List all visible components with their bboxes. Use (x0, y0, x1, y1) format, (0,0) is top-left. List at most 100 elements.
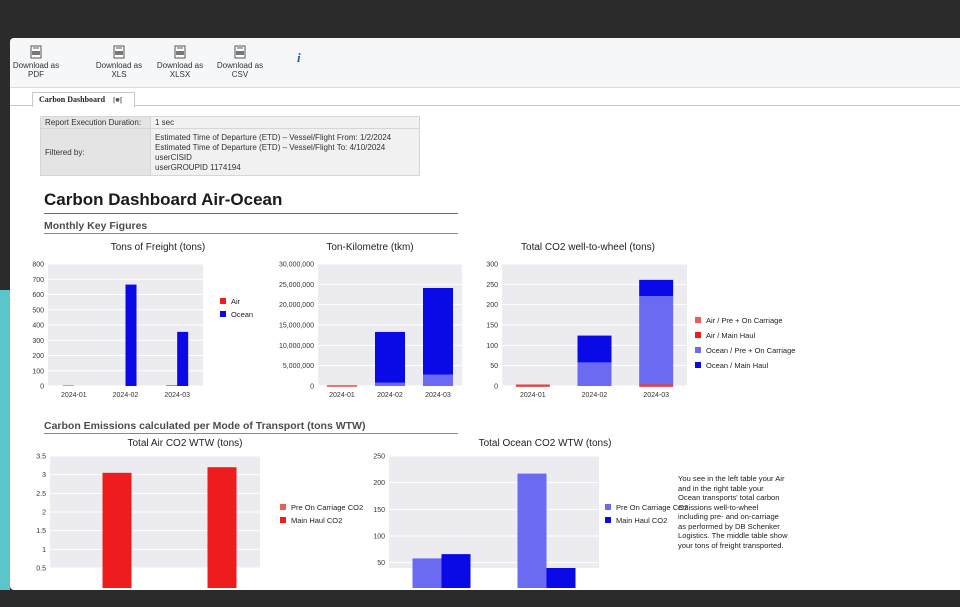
bar-main-haul-co- (441, 554, 471, 588)
pdf-file-icon (30, 45, 42, 59)
page-title: Carbon Dashboard Air-Ocean (44, 190, 283, 209)
bar-segment-air-main-haul (639, 384, 674, 386)
tab-carbon-dashboard[interactable]: Carbon Dashboard [■] (32, 92, 135, 107)
report-content: Report Execution Duration: 1 sec Filtere… (10, 106, 960, 590)
download-xlsx-label-1: Download as (156, 61, 204, 70)
filter-line: Estimated Time of Departure (ETD) – Vess… (155, 133, 392, 142)
bar-segment-ocean (423, 287, 453, 375)
y-tick-label: 3 (42, 472, 46, 479)
download-csv-label-1: Download as (216, 61, 264, 70)
y-tick-label: 100 (486, 343, 498, 350)
legend-label: Ocean (231, 310, 253, 319)
bar-pre-on-carriage-co- (412, 558, 442, 588)
y-tick-label: 1.5 (36, 528, 46, 535)
y-tick-label: 0.5 (36, 566, 46, 573)
csv-file-icon (234, 45, 246, 59)
filter-table: Report Execution Duration: 1 sec Filtere… (40, 116, 420, 176)
bar-main-haul-co- (207, 467, 237, 588)
chart-ocean-co2: Total Ocean CO2 WTW (tons) 50 100 150 200 250… (373, 438, 688, 588)
y-tick-label: 10,000,000 (279, 343, 314, 350)
y-tick-label: 0 (310, 384, 314, 391)
y-tick-label: 150 (486, 323, 498, 330)
legend-swatch (280, 504, 286, 510)
legend-swatch (605, 517, 611, 523)
y-tick-label: 3.5 (36, 454, 46, 461)
legend-label: Ocean / Pre + On Carriage (706, 346, 795, 355)
download-csv-button[interactable]: Download as CSV (208, 45, 272, 79)
chart-title: Total CO2 well-to-wheel (tons) (521, 242, 655, 253)
y-tick-label: 200 (486, 302, 498, 309)
y-tick-label: 30,000,000 (279, 262, 314, 269)
x-tick-label: 2024-02 (113, 392, 139, 399)
x-tick-label: 2024-01 (329, 392, 355, 399)
y-tick-label: 200 (32, 353, 44, 360)
y-tick-label: 15,000,000 (279, 323, 314, 330)
y-tick-label: 500 (32, 307, 44, 314)
y-tick-label: 20,000,000 (279, 302, 314, 309)
bar-segment-air-pre-on-carriage (515, 385, 550, 387)
chart-title: Total Air CO2 WTW (tons) (127, 438, 242, 449)
plot-area (389, 456, 599, 568)
y-tick-label: 250 (486, 282, 498, 289)
x-tick-label: 2024-03 (425, 392, 451, 399)
filtered-values: Estimated Time of Departure (ETD) – Vess… (150, 128, 420, 176)
bar-segment-ocean-main-haul (639, 279, 674, 297)
bar-segment-air-pre-on-carriage (639, 385, 674, 387)
section-divider-monthly (44, 233, 458, 234)
y-tick-label: 100 (32, 368, 44, 375)
y-tick-label: 2 (42, 510, 46, 517)
bar-main-haul-co- (546, 568, 576, 588)
chart-ton-kilometre: Ton-Kilometre (tkm) 0 5,000,000 10,000,000 1… (279, 242, 462, 399)
bar-segment-ocean-pre (423, 374, 453, 386)
legend-label: Air / Pre + On Carriage (706, 316, 783, 325)
y-tick-label: 0 (494, 384, 498, 391)
download-xls-button[interactable]: Download as XLS (87, 45, 151, 79)
legend-label: Air / Main Haul (706, 331, 756, 340)
download-pdf-button[interactable]: Download as PDF (10, 45, 68, 79)
legend-label: Ocean / Main Haul (706, 361, 768, 370)
tab-label: Carbon Dashboard (39, 95, 106, 104)
report-window: Download as PDF Download as XLS Download… (10, 38, 960, 590)
y-tick-label: 300 (486, 262, 498, 269)
bar-pre-on-carriage-co- (517, 473, 547, 588)
y-tick-label: 0 (40, 384, 44, 391)
chart-title: Ton-Kilometre (tkm) (326, 242, 413, 253)
bar-segment-ocean-main-haul (577, 335, 612, 363)
x-tick-label: 2024-02 (582, 392, 608, 399)
filter-row-execution: Report Execution Duration: 1 sec (40, 116, 420, 129)
bar-segment-air-main-haul (515, 384, 550, 386)
bar-segment-ocean-pre-on-carriage (639, 296, 674, 385)
section-title-emissions: Carbon Emissions calculated per Mode of … (44, 420, 366, 432)
download-csv-label-2: CSV (231, 70, 249, 79)
bar-ocean (125, 284, 137, 386)
y-tick-label: 600 (32, 292, 44, 299)
bar-ocean (177, 331, 189, 386)
chart-title: Tons of Freight (tons) (111, 242, 205, 253)
bar-segment-air (327, 385, 357, 387)
section-title-monthly: Monthly Key Figures (44, 220, 148, 232)
x-tick-label: 2024-03 (643, 392, 669, 399)
y-tick-label: 50 (490, 363, 498, 370)
legend-label: Main Haul CO2 (616, 516, 667, 525)
y-tick-label: 400 (32, 323, 44, 330)
description-text: You see in the left table your Air and i… (678, 474, 788, 550)
legend-swatch (280, 517, 286, 523)
download-xlsx-button[interactable]: Download as XLSX (148, 45, 212, 79)
download-xlsx-label-2: XLSX (169, 70, 191, 79)
chart-air-co2: Total Air CO2 WTW (tons)0.511.522.533.5P… (36, 438, 363, 588)
y-tick-label: 5,000,000 (283, 363, 314, 370)
chart-tons-of-freight: Tons of Freight (tons) 0 100 200 300 400 500 60… (32, 242, 253, 399)
y-tick-label: 50 (377, 560, 385, 567)
chart-total-co2: Total CO2 well-to-wheel (tons) 0 50 100 150 2… (486, 242, 795, 399)
download-xls-label-1: Download as (95, 61, 143, 70)
bar-segment-ocean-pre (375, 382, 405, 386)
y-tick-label: 300 (32, 338, 44, 345)
y-tick-label: 1 (42, 547, 46, 554)
bar-segment-ocean (375, 331, 405, 383)
legend-swatch (220, 311, 226, 317)
tab-bar: Carbon Dashboard [■] (10, 88, 960, 107)
chart-title: Total Ocean CO2 WTW (tons) (479, 438, 612, 449)
info-icon[interactable]: i (297, 50, 301, 66)
legend-swatch (605, 504, 611, 510)
legend-swatch (695, 347, 701, 353)
